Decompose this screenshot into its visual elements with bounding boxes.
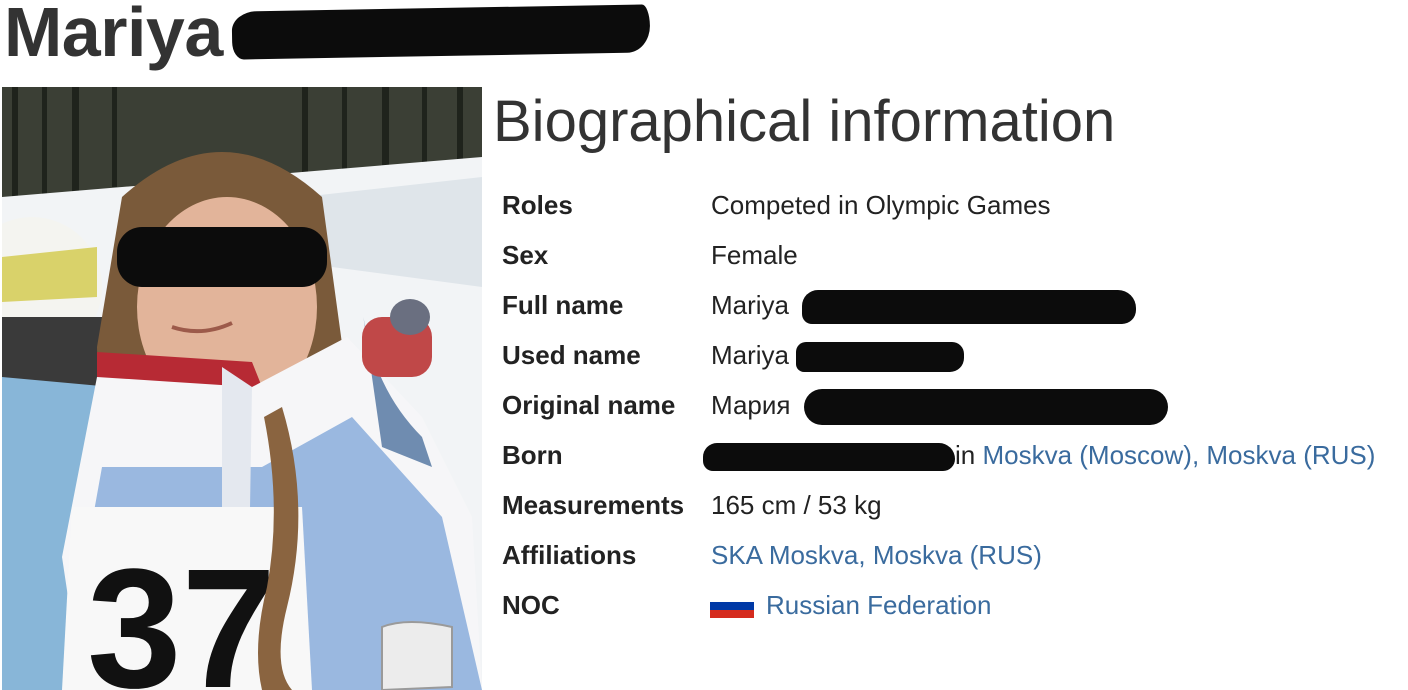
bio-label: Original name bbox=[502, 390, 676, 420]
bio-label: Full name bbox=[502, 290, 624, 320]
redaction-mark bbox=[796, 342, 965, 373]
bio-row-affiliations: Affiliations SKA Moskva, Moskva (RUS) bbox=[502, 530, 1408, 580]
full-name-value: Mariya bbox=[711, 290, 790, 320]
russia-flag-icon bbox=[710, 594, 754, 618]
original-name-value: Мария bbox=[711, 390, 791, 420]
bio-row-measurements: Measurements 165 cm / 53 kg bbox=[502, 480, 1408, 530]
bio-value: Mariya bbox=[711, 280, 1137, 330]
redaction-mark bbox=[802, 290, 1137, 325]
bio-row-used-name: Used name Mariya bbox=[502, 330, 1408, 380]
bio-value: Mariya bbox=[711, 330, 965, 380]
redaction-mark bbox=[803, 389, 1168, 426]
bio-label: Roles bbox=[502, 190, 573, 220]
page-title: Mariya bbox=[4, 0, 223, 71]
bio-value: Female bbox=[711, 240, 798, 270]
bio-value: Мария bbox=[711, 380, 1168, 430]
bio-row-noc: NOC Russian Federation bbox=[502, 580, 1408, 630]
bio-value: 165 cm / 53 kg bbox=[711, 490, 882, 520]
bio-row-born: Born in Moskva (Moscow), Moskva (RUS) bbox=[502, 430, 1408, 480]
bio-row-original-name: Original name Мария bbox=[502, 380, 1408, 430]
bio-value: in Moskva (Moscow), Moskva (RUS) bbox=[703, 430, 1375, 480]
noc-link[interactable]: Russian Federation bbox=[766, 590, 991, 620]
born-prefix: in bbox=[955, 440, 983, 470]
bio-label: Born bbox=[502, 440, 563, 470]
redaction-mark bbox=[703, 443, 955, 472]
svg-text:37: 37 bbox=[87, 534, 276, 690]
bio-label: Measurements bbox=[502, 490, 685, 520]
bio-value: Competed in Olympic Games bbox=[711, 190, 1051, 220]
affiliation-link[interactable]: SKA Moskva, Moskva (RUS) bbox=[711, 540, 1042, 570]
bio-label: Sex bbox=[502, 240, 549, 270]
section-heading: Biographical information bbox=[493, 89, 1116, 154]
bio-row-sex: Sex Female bbox=[502, 230, 1408, 280]
bio-label: Affiliations bbox=[502, 540, 637, 570]
bio-label: Used name bbox=[502, 340, 641, 370]
bio-label: NOC bbox=[502, 590, 560, 620]
athlete-photo: 37 bbox=[2, 87, 482, 690]
biographical-info-table: Roles Competed in Olympic Games Sex Fema… bbox=[502, 180, 1408, 630]
bio-value: SKA Moskva, Moskva (RUS) bbox=[711, 530, 1042, 580]
bio-row-roles: Roles Competed in Olympic Games bbox=[502, 180, 1408, 230]
bio-value: Russian Federation bbox=[710, 580, 991, 630]
birthplace-link[interactable]: Moskva (Moscow), Moskva (RUS) bbox=[982, 440, 1375, 470]
bio-row-full-name: Full name Mariya bbox=[502, 280, 1408, 330]
redaction-mark bbox=[231, 4, 651, 60]
used-name-value: Mariya bbox=[711, 340, 790, 370]
athlete-profile-page: Mariya 37 Biographical information Roles… bbox=[0, 0, 1408, 690]
